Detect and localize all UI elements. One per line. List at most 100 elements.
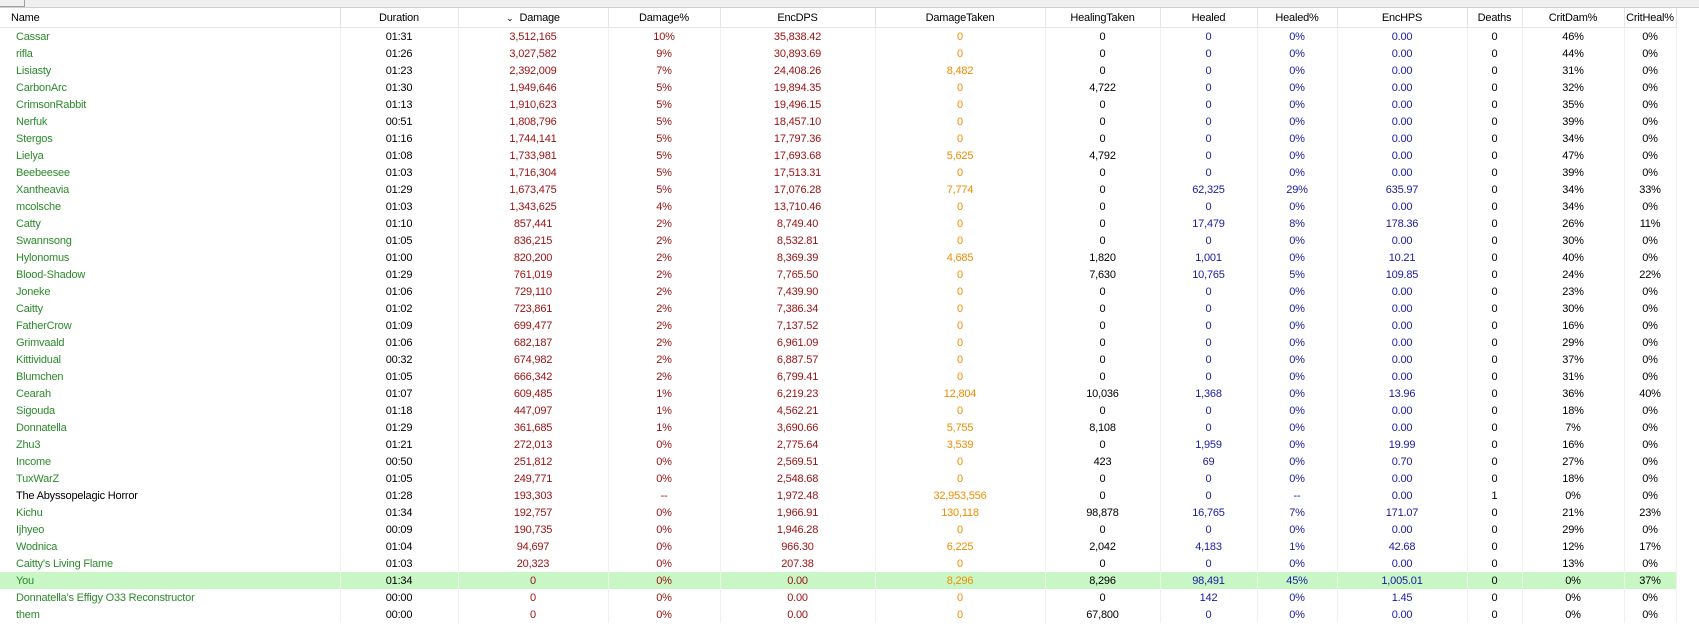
column-header-label: Duration xyxy=(379,11,419,24)
cell-name: Catty xyxy=(0,215,341,232)
cell-critheal: 40% xyxy=(1624,385,1677,402)
cell-enchps: 0.00 xyxy=(1337,96,1468,113)
table-row[interactable]: Stergos 01:16 1,744,141 5% 17,797.36 0 0 0 0% 0.0… xyxy=(0,130,1677,147)
tab-stub[interactable] xyxy=(0,0,25,7)
column-header-encdps[interactable]: EncDPS xyxy=(720,8,876,28)
cell-healed-pct: 7% xyxy=(1257,504,1338,521)
table-row[interactable]: Caitty's Living Flame 01:03 20,323 0% 207.38… xyxy=(0,555,1677,572)
cell-damage-pct: 0% xyxy=(608,589,721,606)
table-row[interactable]: Zhu3 01:21 272,013 0% 2,775.64 3,539 0 1,959 0% 1… xyxy=(0,436,1677,453)
column-header-damage[interactable]: ⌄ Damage xyxy=(458,8,609,28)
cell-deaths: 0 xyxy=(1467,181,1523,198)
table-row[interactable]: Nerfuk 00:51 1,808,796 5% 18,457.10 0 0 0 0% 0.00… xyxy=(0,113,1677,130)
cell-healed-pct: 29% xyxy=(1257,181,1338,198)
table-row[interactable]: them 00:00 0 0% 0.00 0 67,800 0 0% 0.00 0 0% 0% xyxy=(0,606,1677,623)
cell-critdam: 34% xyxy=(1522,198,1625,215)
cell-critdam: 0% xyxy=(1522,606,1625,623)
table-row[interactable]: Blumchen 01:05 666,342 2% 6,799.41 0 0 0 0% 0.00 0… xyxy=(0,368,1677,385)
cell-name: Kichu xyxy=(0,504,341,521)
cell-enchps: 0.00 xyxy=(1337,79,1468,96)
column-header-damage-pct[interactable]: Damage% xyxy=(608,8,721,28)
cell-damage-pct: 0% xyxy=(608,436,721,453)
cell-duration: 01:30 xyxy=(340,79,459,96)
cell-deaths: 0 xyxy=(1467,130,1523,147)
column-header-name[interactable]: Name xyxy=(0,8,341,28)
table-row[interactable]: Lielya 01:08 1,733,981 5% 17,693.68 5,625 4,79… xyxy=(0,147,1677,164)
column-header-duration[interactable]: Duration xyxy=(340,8,459,28)
column-header-critdam[interactable]: CritDam% xyxy=(1522,8,1625,28)
table-row[interactable]: Ijhyeo 00:09 190,735 0% 1,946.28 0 0 0 0% 0.00 0 29… xyxy=(0,521,1677,538)
table-row[interactable]: You 01:34 0 0% 0.00 8,296 8,296 98,491 45% 1,005.… xyxy=(0,572,1677,589)
cell-damage-taken: 0 xyxy=(875,453,1046,470)
table-row[interactable]: TuxWarZ 01:05 249,771 0% 2,548.68 0 0 0 0% 0.00 0 1… xyxy=(0,470,1677,487)
cell-healing-taken: 0 xyxy=(1045,283,1161,300)
table-row[interactable]: Xantheavia 01:29 1,673,475 5% 17,076.28 7,774… xyxy=(0,181,1677,198)
cell-enchps: 0.00 xyxy=(1337,334,1468,351)
table-row[interactable]: CarbonArc 01:30 1,949,646 5% 19,894.35 0 4,722… xyxy=(0,79,1677,96)
column-header-label: Deaths xyxy=(1477,11,1512,24)
cell-deaths: 0 xyxy=(1467,317,1523,334)
cell-damage-pct: 9% xyxy=(608,45,721,62)
table-row[interactable]: rifla 01:26 3,027,582 9% 30,893.69 0 0 0 0% 0.00 0… xyxy=(0,45,1677,62)
column-header-label: Name xyxy=(11,11,40,24)
cell-critheal: 0% xyxy=(1624,402,1677,419)
table-row[interactable]: Sigouda 01:18 447,097 1% 4,562.21 0 0 0 0% 0.00 0 1… xyxy=(0,402,1677,419)
table-row[interactable]: Blood-Shadow 01:29 761,019 2% 7,765.50 0 7,630… xyxy=(0,266,1677,283)
cell-healed: 0 xyxy=(1160,521,1258,538)
table-row[interactable]: Donnatella's Effigy O33 Reconstructor 00:… xyxy=(0,589,1677,606)
table-row[interactable]: Income 00:50 251,812 0% 2,569.51 0 423 69 0% 0.70… xyxy=(0,453,1677,470)
cell-critdam: 26% xyxy=(1522,215,1625,232)
cell-healed-pct: 0% xyxy=(1257,470,1338,487)
table-row[interactable]: Lisiasty 01:23 2,392,009 7% 24,408.26 8,482 0 0… xyxy=(0,62,1677,79)
cell-enchps: 178.36 xyxy=(1337,215,1468,232)
column-header-critheal[interactable]: CritHeal% xyxy=(1624,8,1677,28)
table-row[interactable]: Beebeesee 01:03 1,716,304 5% 17,513.31 0 0 0 0% 0… xyxy=(0,164,1677,181)
cell-enchps: 0.00 xyxy=(1337,419,1468,436)
cell-critheal: 0% xyxy=(1624,164,1677,181)
table-row[interactable]: The Abyssopelagic Horror 01:28 193,303 -- 1,… xyxy=(0,487,1677,504)
column-header-healing-taken[interactable]: HealingTaken xyxy=(1045,8,1161,28)
cell-damage-taken: 130,118 xyxy=(875,504,1046,521)
table-row[interactable]: Cassar 01:31 3,512,165 10% 35,838.42 0 0 0 0% 0.0… xyxy=(0,27,1677,45)
cell-duration: 00:50 xyxy=(340,453,459,470)
table-row[interactable]: Cearah 01:07 609,485 1% 6,219.23 12,804 10,036… xyxy=(0,385,1677,402)
table-row[interactable]: mcolsche 01:03 1,343,625 4% 13,710.46 0 0 0 0% 0.… xyxy=(0,198,1677,215)
cell-healed-pct: 0% xyxy=(1257,113,1338,130)
table-row[interactable]: Swannsong 01:05 836,215 2% 8,532.81 0 0 0 0% 0.00… xyxy=(0,232,1677,249)
cell-healing-taken: 0 xyxy=(1045,96,1161,113)
column-header-healed[interactable]: Healed xyxy=(1160,8,1258,28)
cell-critheal: 0% xyxy=(1624,555,1677,572)
column-header-healed-pct[interactable]: Healed% xyxy=(1257,8,1338,28)
cell-critdam: 23% xyxy=(1522,283,1625,300)
table-row[interactable]: Hylonomus 01:00 820,200 2% 8,369.39 4,685 1,82… xyxy=(0,249,1677,266)
cell-damage: 1,716,304 xyxy=(458,164,609,181)
table-row[interactable]: Caitty 01:02 723,861 2% 7,386.34 0 0 0 0% 0.00 0 30… xyxy=(0,300,1677,317)
table-row[interactable]: Grimvaald 01:06 682,187 2% 6,961.09 0 0 0 0% 0.00… xyxy=(0,334,1677,351)
cell-duration: 01:03 xyxy=(340,164,459,181)
cell-encdps: 8,749.40 xyxy=(720,215,876,232)
cell-damage: 666,342 xyxy=(458,368,609,385)
cell-name: Wodnica xyxy=(0,538,341,555)
cell-healing-taken: 0 xyxy=(1045,232,1161,249)
cell-encdps: 2,569.51 xyxy=(720,453,876,470)
table-row[interactable]: Wodnica 01:04 94,697 0% 966.30 6,225 2,042 4,18… xyxy=(0,538,1677,555)
cell-healed: 4,183 xyxy=(1160,538,1258,555)
column-header-enchps[interactable]: EncHPS xyxy=(1337,8,1468,28)
cell-encdps: 13,710.46 xyxy=(720,198,876,215)
cell-name: Nerfuk xyxy=(0,113,341,130)
cell-healed-pct: 0% xyxy=(1257,555,1338,572)
table-row[interactable]: FatherCrow 01:09 699,477 2% 7,137.52 0 0 0 0% 0.0… xyxy=(0,317,1677,334)
cell-healed: 0 xyxy=(1160,317,1258,334)
table-row[interactable]: Kittividual 00:32 674,982 2% 6,887.57 0 0 0 0% 0.… xyxy=(0,351,1677,368)
cell-deaths: 0 xyxy=(1467,351,1523,368)
cell-critheal: 22% xyxy=(1624,266,1677,283)
column-header-deaths[interactable]: Deaths xyxy=(1467,8,1523,28)
table-row[interactable]: CrimsonRabbit 01:13 1,910,623 5% 19,496.15 0 0… xyxy=(0,96,1677,113)
table-row[interactable]: Catty 01:10 857,441 2% 8,749.40 0 0 17,479 8% 178… xyxy=(0,215,1677,232)
cell-healed-pct: 0% xyxy=(1257,589,1338,606)
column-header-damage-taken[interactable]: DamageTaken xyxy=(875,8,1046,28)
table-row[interactable]: Kichu 01:34 192,757 0% 1,966.91 130,118 98,878… xyxy=(0,504,1677,521)
table-row[interactable]: Joneke 01:06 729,110 2% 7,439.90 0 0 0 0% 0.00 0 23… xyxy=(0,283,1677,300)
cell-encdps: 35,838.42 xyxy=(720,27,876,45)
table-row[interactable]: Donnatella 01:29 361,685 1% 3,690.66 5,755 8,1… xyxy=(0,419,1677,436)
